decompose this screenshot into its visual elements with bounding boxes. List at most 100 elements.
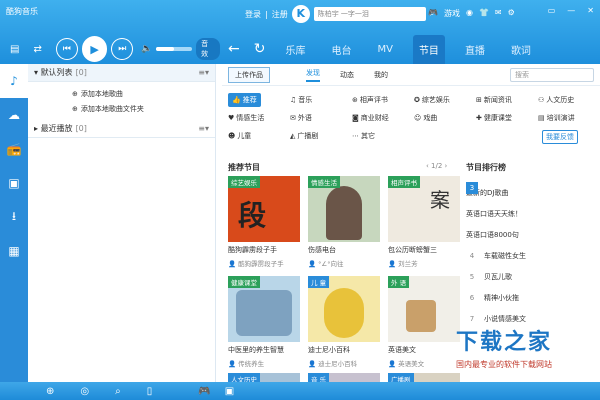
program-author-name[interactable]: °∠°向往 <box>318 260 343 268</box>
category-health[interactable]: ✚ 健康课堂 <box>476 111 512 125</box>
ranking-row[interactable]: 1最新的DJ歌曲 <box>466 182 596 203</box>
subtab-discover[interactable]: 发现 <box>306 68 320 82</box>
program-cover[interactable]: 广播剧 <box>388 373 460 382</box>
program-author[interactable]: 👤 刘兰芳 <box>388 258 460 268</box>
category-opera[interactable]: ☺ 戏曲 <box>414 111 437 125</box>
program-cover[interactable]: 情感生活 <box>308 176 380 242</box>
program-author[interactable]: 👤 传统养生 <box>228 358 300 368</box>
upload-button[interactable]: 上传作品 <box>228 66 270 83</box>
search-icon[interactable]: ⌕ <box>115 386 121 397</box>
program-card[interactable]: 健康课堂 中医里的养生智慧 👤 传统养生 <box>228 276 300 368</box>
category-crosstalk[interactable]: ⊛ 相声评书 <box>352 93 388 107</box>
category-news[interactable]: ⊞ 新闻资讯 <box>476 93 512 107</box>
repeat-icon[interactable]: ⇄ <box>33 44 41 55</box>
program-cover[interactable]: 外 语 <box>388 276 460 342</box>
add-icon[interactable]: ⊕ <box>46 386 54 397</box>
previous-button[interactable]: ⏮ <box>55 38 78 60</box>
category-children[interactable]: ☻ 儿童 <box>228 129 251 143</box>
device-icon[interactable]: ▣ <box>225 386 234 397</box>
category-emotion[interactable]: ♥ 情感生活 <box>228 111 264 125</box>
program-author[interactable]: 👤 英语美文 <box>388 358 460 368</box>
program-card[interactable]: 广播剧 <box>388 373 460 382</box>
login-link[interactable]: 登录 <box>245 9 261 20</box>
tab-mv[interactable]: MV <box>371 37 398 62</box>
program-author[interactable]: 👤 酷狗霹雳段子手 <box>228 258 300 268</box>
ranking-row[interactable]: 6 精神小伙拖 <box>466 287 596 308</box>
category-history[interactable]: ⚇ 人文历史 <box>538 93 574 107</box>
rank-title[interactable]: 小说情感美文 <box>484 314 526 324</box>
minimize-icon[interactable]: — <box>567 6 575 15</box>
program-card[interactable]: 段 综艺娱乐 酷狗霹雳段子手 👤 酷狗霹雳段子手 <box>228 176 300 268</box>
apps-icon[interactable]: ▦ <box>0 234 28 268</box>
program-author-name[interactable]: 英语美文 <box>398 360 424 368</box>
program-card[interactable]: 案 相声评书 包公历断螃蟹三 👤 刘兰芳 <box>388 176 460 268</box>
category-radio-drama[interactable]: ◭ 广播剧 <box>290 129 318 143</box>
program-author-name[interactable]: 传统养生 <box>238 360 264 368</box>
next-page-icon[interactable]: › <box>442 162 448 170</box>
mobile-icon[interactable]: ▯ <box>147 386 153 397</box>
program-title[interactable]: 酷狗霹雳段子手 <box>228 245 300 255</box>
ranking-row[interactable]: 3 英语口语8000句 <box>466 182 596 245</box>
program-title[interactable]: 伤感电台 <box>308 245 380 255</box>
radio-icon[interactable]: 📻 <box>0 132 28 166</box>
category-training[interactable]: ▤ 培训演讲 <box>538 111 575 125</box>
subtab-mine[interactable]: 我的 <box>374 70 388 80</box>
content-search-input[interactable]: 搜索 <box>510 67 594 82</box>
recent-menu-icon[interactable]: ≡▾ <box>198 124 209 133</box>
program-author-name[interactable]: 迪士尼小百科 <box>318 360 357 368</box>
rank-title[interactable]: 英语口语8000句 <box>466 230 519 240</box>
feedback-label[interactable]: 我要反馈 <box>546 133 574 141</box>
gear-icon[interactable]: ⚙ <box>508 8 515 19</box>
download-icon[interactable]: ⭳ <box>0 200 28 234</box>
program-card[interactable]: 音 乐 <box>308 373 380 382</box>
program-title[interactable]: 中医里的养生智慧 <box>228 345 300 355</box>
program-cover[interactable]: 健康课堂 <box>228 276 300 342</box>
add-song-label[interactable]: 添加本地歌曲 <box>81 89 123 99</box>
skin-icon[interactable]: ◉ <box>466 8 473 19</box>
ranking-row[interactable]: 4 车载磁性女生 <box>466 245 596 266</box>
rank-title[interactable]: 英语口语天天练！ <box>466 209 522 219</box>
program-author[interactable]: 👤 °∠°向往 <box>308 258 380 268</box>
add-local-song[interactable]: ⊕ 添加本地歌曲 <box>28 86 215 101</box>
mini-mode-icon[interactable]: ▭ <box>548 6 556 15</box>
feedback-button[interactable]: 我要反馈 <box>542 130 578 144</box>
program-author[interactable]: 👤 迪士尼小百科 <box>308 358 380 368</box>
volume-slider[interactable] <box>156 47 193 51</box>
volume-icon[interactable]: 🔈 <box>141 44 152 54</box>
back-icon[interactable]: ← <box>228 41 240 57</box>
kugou-logo[interactable]: K <box>291 5 310 23</box>
recent-icon[interactable]: ▣ <box>0 166 28 200</box>
game-label[interactable]: 游戏 <box>444 8 460 19</box>
game-icon[interactable]: 🎮 <box>198 386 210 397</box>
list-toggle-icon[interactable]: ▤ <box>10 44 19 55</box>
category-recommend[interactable]: 👍 推荐 <box>228 93 261 107</box>
register-link[interactable]: 注册 <box>272 9 288 20</box>
game-icon[interactable]: 🎮 <box>428 8 438 19</box>
category-other[interactable]: ⋯ 其它 <box>352 129 375 143</box>
add-local-folder[interactable]: ⊕ 添加本地歌曲文件夹 <box>28 101 215 116</box>
program-title[interactable]: 迪士尼小百科 <box>308 345 380 355</box>
program-cover[interactable]: 儿 童 <box>308 276 380 342</box>
program-cover[interactable]: 案 相声评书 <box>388 176 460 242</box>
refresh-icon[interactable]: ↻ <box>254 41 266 57</box>
category-music[interactable]: ♫ 音乐 <box>290 93 312 107</box>
program-card[interactable]: 人文历史 <box>228 373 300 382</box>
tab-lyrics[interactable]: 歌词 <box>505 35 537 64</box>
program-title[interactable]: 英语美文 <box>388 345 460 355</box>
program-title[interactable]: 包公历断螃蟹三 <box>388 245 460 255</box>
play-button[interactable]: ▶ <box>81 36 108 62</box>
category-foreign[interactable]: ✉ 外语 <box>290 111 312 125</box>
sound-effect-button[interactable]: 音效 <box>196 38 221 60</box>
shirt-icon[interactable]: 👕 <box>479 8 489 19</box>
program-cover[interactable]: 段 综艺娱乐 <box>228 176 300 242</box>
category-business[interactable]: ◙ 商业财经 <box>352 111 389 125</box>
tab-programs[interactable]: 节目 <box>412 34 445 64</box>
music-note-icon[interactable]: ♪ <box>0 64 28 98</box>
program-author-name[interactable]: 酷狗霹雳段子手 <box>238 260 284 268</box>
tab-radio[interactable]: 电台 <box>325 35 357 64</box>
subtab-activity[interactable]: 动态 <box>340 70 354 80</box>
tab-library[interactable]: 乐库 <box>279 35 311 64</box>
default-list-header[interactable]: ▾ 默认列表 [0] ≡▾ <box>28 64 215 82</box>
add-folder-label[interactable]: 添加本地歌曲文件夹 <box>81 104 144 114</box>
message-icon[interactable]: ✉ <box>495 8 502 19</box>
